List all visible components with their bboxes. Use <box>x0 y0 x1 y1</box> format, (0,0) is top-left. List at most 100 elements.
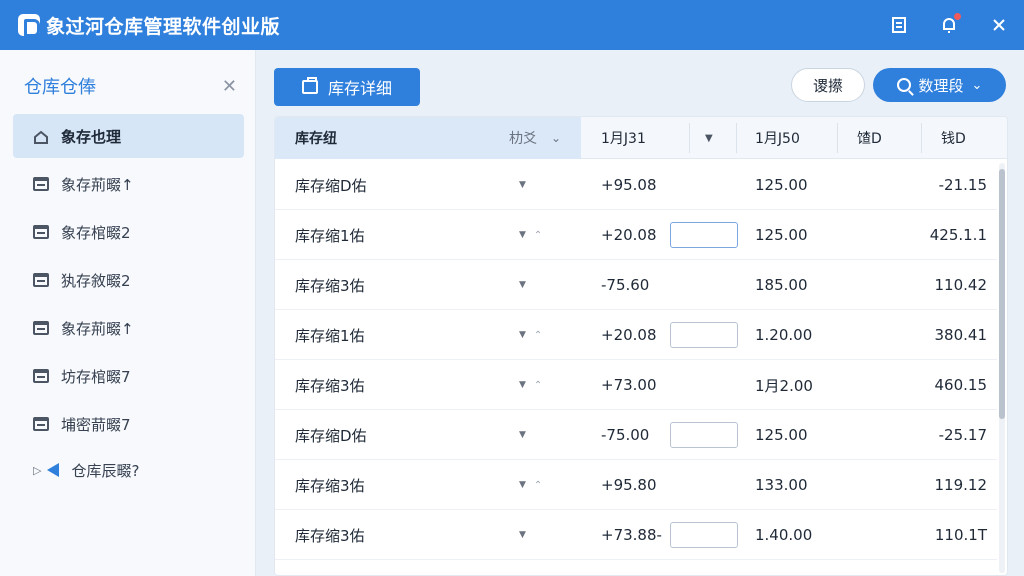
row-value-b: 133.00 <box>755 476 808 494</box>
row-name: 库存缩1佑 <box>295 226 365 245</box>
sidebar-header: 仓库仓俸 ✕ <box>24 74 237 99</box>
chevron-down-icon: ⌄ <box>971 77 983 93</box>
caret-down-icon[interactable]: ▼ <box>705 117 713 159</box>
caret-down-icon[interactable]: ▼ <box>519 230 526 240</box>
sidebar-title: 仓库仓俸 <box>24 77 96 98</box>
search-dropdown-button[interactable]: 数理段 ⌄ <box>873 68 1006 102</box>
row-input[interactable] <box>670 422 738 448</box>
close-icon[interactable] <box>974 0 1024 50</box>
caret-up-icon[interactable]: ⌃ <box>534 230 542 241</box>
inventory-detail-label: 库存详细 <box>327 79 392 98</box>
sidebar-item-0[interactable]: 象存也理 <box>13 114 244 158</box>
row-value-c: -25.17 <box>938 426 987 444</box>
row-name: 库存缩D佑 <box>295 426 367 445</box>
row-value-b: 125.00 <box>755 226 808 244</box>
row-sort-controls: ▼ <box>519 260 526 310</box>
row-sort-controls: ▼ ⌃ <box>519 360 542 410</box>
table-row[interactable]: 库存缩D佑 ▼ +95.08 125.00 -21.15 <box>275 160 997 210</box>
row-value-c: 425.1.1 <box>929 226 987 244</box>
column-divider <box>689 123 690 153</box>
sidebar-item-5[interactable]: 坊存棺畷7 <box>13 354 244 398</box>
caret-down-icon[interactable]: ▼ <box>519 180 526 190</box>
outline-button[interactable]: 谡攃 <box>791 68 865 102</box>
sidebar-item-4[interactable]: 象存荊畷↑ <box>13 306 244 350</box>
caret-up-icon[interactable]: ⌃ <box>534 330 542 341</box>
search-dropdown-label: 数理段 <box>918 76 964 95</box>
row-input[interactable] <box>670 322 738 348</box>
column-divider <box>837 123 838 153</box>
bell-icon[interactable] <box>924 0 974 50</box>
table-row[interactable]: 库存缩D佑 ▼ -75.00 125.00 -25.17 <box>275 410 997 460</box>
column-header-a[interactable]: 1月Ј31 <box>601 117 646 159</box>
expand-arrow-icon[interactable]: ▷ <box>33 464 41 477</box>
column-header-c[interactable]: 馇D <box>857 117 882 159</box>
row-sort-controls: ▼ <box>519 510 526 560</box>
row-value-a: +20.08 <box>601 226 657 244</box>
row-name: 库存缩3佑 <box>295 376 365 395</box>
row-value-c: 380.41 <box>934 326 988 344</box>
row-sort-controls: ▼ ⌃ <box>519 460 542 510</box>
caret-down-icon[interactable]: ▼ <box>519 380 526 390</box>
table-row[interactable]: 库存缩3佑 ▼ -75.60 185.00 110.42 <box>275 260 997 310</box>
vertical-scrollbar[interactable] <box>999 163 1005 573</box>
row-sort-controls: ▼ <box>519 410 526 460</box>
row-value-b: 125.00 <box>755 176 808 194</box>
sidebar-close-icon[interactable]: ✕ <box>222 76 237 97</box>
caret-down-icon[interactable]: ▼ <box>519 430 526 440</box>
row-value-c: -21.15 <box>938 176 987 194</box>
sidebar-item-label: 象存荊畷↑ <box>61 319 134 338</box>
row-value-a: +95.80 <box>601 476 657 494</box>
row-input[interactable] <box>670 222 738 248</box>
inventory-detail-button[interactable]: 库存详细 <box>274 68 420 106</box>
caret-down-icon[interactable]: ▼ <box>519 480 526 490</box>
table-row[interactable]: 库存缩3佑 ▼ ⌃ +73.00 1月2.00 460.15 <box>275 360 997 410</box>
sidebar-item-6[interactable]: 埔密葥畷7 <box>13 402 244 446</box>
column-header-filter: 朸爻 <box>509 131 537 147</box>
sidebar-item-1[interactable]: 象存荊畷↑ <box>13 162 244 206</box>
row-name: 库存缩3佑 <box>295 276 365 295</box>
triangle-icon <box>47 463 60 477</box>
column-header-name: 库存纽 <box>295 131 337 147</box>
title-bar: 象过河仓库管理软件创业版 <box>0 0 1024 50</box>
sidebar-item-2[interactable]: 象存棺畷2 <box>13 210 244 254</box>
caret-down-icon[interactable]: ▼ <box>519 330 526 340</box>
notification-badge <box>954 13 961 20</box>
scrollbar-thumb[interactable] <box>999 169 1005 419</box>
box-icon <box>33 369 49 383</box>
sidebar-item-3[interactable]: 犱存敘畷2 <box>13 258 244 302</box>
caret-up-icon[interactable]: ⌃ <box>534 380 542 391</box>
row-value-a: +73.00 <box>601 376 657 394</box>
document-icon[interactable] <box>874 0 924 50</box>
caret-down-icon[interactable]: ▼ <box>519 530 526 540</box>
window-controls <box>874 0 1024 50</box>
row-name: 库存缩3佑 <box>295 476 365 495</box>
sidebar-item-label: 犱存敘畷2 <box>61 271 131 290</box>
row-sort-controls: ▼ ⌃ <box>519 210 542 260</box>
row-input[interactable] <box>670 522 738 548</box>
row-value-c: 119.12 <box>934 476 988 494</box>
table-row[interactable]: 库存缩3佑 ▼ ⌃ +95.80 133.00 119.12 <box>275 460 997 510</box>
row-value-a: +95.08 <box>601 176 657 194</box>
table-row[interactable]: 库存缩1佑 ▼ ⌃ +20.08 1.20.00 380.41 <box>275 310 997 360</box>
table-row[interactable]: 库存缩1佑 ▼ ⌃ +20.08 125.00 425.1.1 <box>275 210 997 260</box>
sidebar-item-label: 象存棺畷2 <box>61 223 131 242</box>
caret-up-icon[interactable]: ⌃ <box>534 480 542 491</box>
table-row[interactable]: 库存缩3佑 ▼ +73.88- 1.40.00 110.1T <box>275 510 997 560</box>
column-divider <box>921 123 922 153</box>
row-value-b: 185.00 <box>755 276 808 294</box>
caret-down-icon[interactable]: ▼ <box>519 280 526 290</box>
box-icon <box>33 321 49 335</box>
row-value-c: 460.15 <box>934 376 988 394</box>
row-value-b: 1月2.00 <box>755 376 813 395</box>
sidebar-item-7[interactable]: ▷ 仓库辰畷? <box>13 448 244 492</box>
row-name: 库存缩3佑 <box>295 526 365 545</box>
column-header-b[interactable]: 1月Ј50 <box>755 117 800 159</box>
table-header: 库存纽 朸爻 ⌄ 1月Ј31 ▼ 1月Ј50 馇D 钱D <box>275 117 1007 159</box>
row-value-a: +20.08 <box>601 326 657 344</box>
row-sort-controls: ▼ <box>519 160 526 210</box>
row-value-a: +73.88- <box>601 526 662 544</box>
chevron-down-icon[interactable]: ⌄ <box>551 131 561 145</box>
row-sort-controls: ▼ ⌃ <box>519 310 542 360</box>
row-name: 库存缩1佑 <box>295 326 365 345</box>
column-header-d[interactable]: 钱D <box>941 117 966 159</box>
